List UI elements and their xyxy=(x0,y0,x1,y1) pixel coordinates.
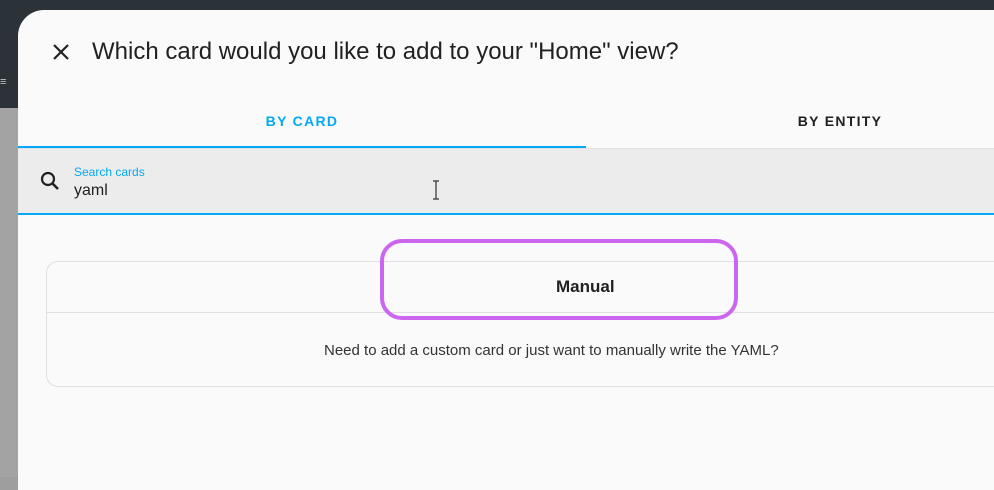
dialog-title: Which card would you like to add to your… xyxy=(92,38,679,65)
manual-card[interactable]: Manual Need to add a custom card or just… xyxy=(46,261,994,387)
tab-by-entity[interactable]: BY ENTITY xyxy=(586,98,994,146)
menu-icon: ≡ xyxy=(0,76,7,88)
active-tab-indicator xyxy=(18,146,586,148)
tab-by-entity-label: BY ENTITY xyxy=(797,113,883,129)
card-title: Manual xyxy=(556,277,615,296)
card-description: Need to add a custom card or just want t… xyxy=(324,342,779,359)
card-header[interactable]: Manual xyxy=(47,262,994,313)
search-icon xyxy=(40,171,59,190)
add-card-dialog: Which card would you like to add to your… xyxy=(18,10,994,490)
tab-bar: BY CARD BY ENTITY xyxy=(18,98,994,149)
background-sidebar xyxy=(0,108,20,477)
search-input[interactable] xyxy=(74,180,774,202)
tab-by-card-label: BY CARD xyxy=(265,113,339,129)
text-cursor-icon xyxy=(433,180,439,200)
close-icon xyxy=(53,44,69,60)
search-label: Search cards xyxy=(74,165,145,179)
close-button[interactable] xyxy=(46,37,76,67)
search-field[interactable]: Search cards xyxy=(18,149,994,215)
tab-by-card[interactable]: BY CARD xyxy=(18,98,586,148)
